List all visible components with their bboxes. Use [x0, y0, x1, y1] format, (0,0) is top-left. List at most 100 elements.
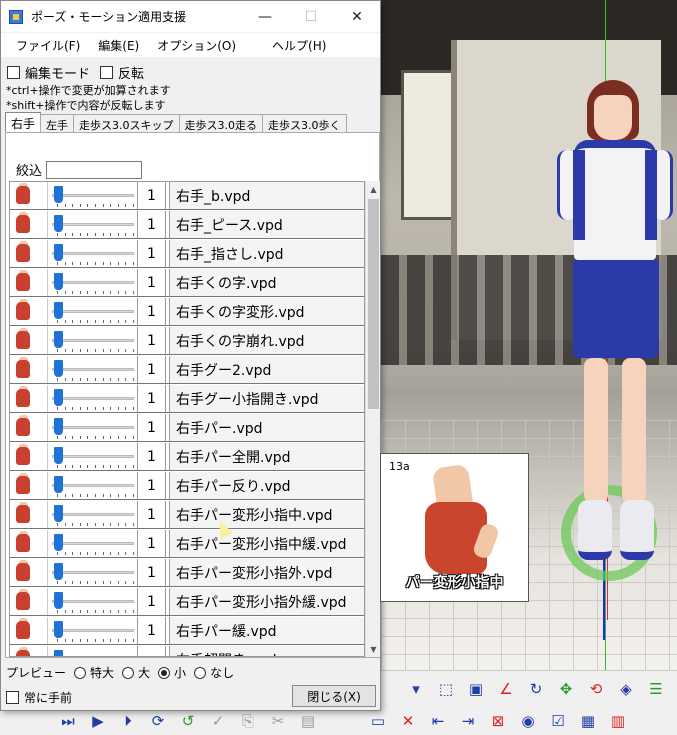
refresh-icon[interactable]: ↺ — [176, 709, 200, 733]
scroll-up-icon[interactable]: ▲ — [366, 181, 381, 197]
axis-zero-icon[interactable]: ∠ — [494, 677, 518, 701]
pose-file-name[interactable]: 右手パー緩.vpd — [170, 617, 364, 644]
list-item[interactable]: 1 右手くの字.vpd — [10, 269, 364, 297]
weight-slider[interactable] — [48, 588, 138, 615]
slider-knob[interactable] — [54, 447, 63, 464]
weight-slider[interactable] — [48, 443, 138, 470]
weight-slider[interactable] — [48, 240, 138, 267]
tab-left-hand[interactable]: 左手 — [40, 114, 75, 134]
frame-icon[interactable]: ▭ — [366, 709, 390, 733]
list-item[interactable]: 1 右手パー変形小指中緩.vpd — [10, 530, 364, 558]
weight-slider[interactable] — [48, 356, 138, 383]
tab-walk[interactable]: 走歩ス3.0歩く — [262, 114, 347, 134]
tab-skip[interactable]: 走歩ス3.0スキップ — [73, 114, 180, 134]
trash-icon[interactable]: ▥ — [606, 709, 630, 733]
frame-left-icon[interactable]: ⇤ — [426, 709, 450, 733]
pose-file-name[interactable]: 右手超開き.vpd — [170, 646, 364, 656]
pose-file-name[interactable]: 右手くの字.vpd — [170, 269, 364, 296]
pose-file-name[interactable]: 右手パー変形小指中.vpd — [170, 501, 364, 528]
list-item[interactable]: 1 右手くの字崩れ.vpd — [10, 327, 364, 355]
layers-icon[interactable]: ▦ — [576, 709, 600, 733]
list-item[interactable]: 1 右手パー反り.vpd — [10, 472, 364, 500]
check-icon[interactable]: ✓ — [206, 709, 230, 733]
pose-file-name[interactable]: 右手パー.vpd — [170, 414, 364, 441]
slider-knob[interactable] — [54, 505, 63, 522]
preview-option-xl[interactable]: 特大 — [74, 664, 114, 681]
weight-slider[interactable] — [48, 327, 138, 354]
invert-checkbox[interactable] — [100, 66, 114, 79]
paste-icon[interactable]: ▤ — [296, 709, 320, 733]
play-icon[interactable]: ▶ — [86, 709, 110, 733]
list-item[interactable]: 1 右手グー2.vpd — [10, 356, 364, 384]
list-item[interactable]: 1 右手_ピース.vpd — [10, 211, 364, 239]
preview-option-none[interactable]: なし — [194, 664, 234, 681]
list-item[interactable]: 1 右手パー.vpd — [10, 414, 364, 442]
weight-slider[interactable] — [48, 646, 138, 656]
slider-knob[interactable] — [54, 215, 63, 232]
rotate-icon[interactable]: ↻ — [524, 677, 548, 701]
list-icon[interactable]: ☰ — [644, 677, 668, 701]
slider-knob[interactable] — [54, 273, 63, 290]
play-to-end-icon[interactable]: ⏭ — [56, 709, 80, 733]
weight-slider[interactable] — [48, 414, 138, 441]
weight-slider[interactable] — [48, 530, 138, 557]
frame-right-icon[interactable]: ⇥ — [456, 709, 480, 733]
radio-icon[interactable] — [194, 666, 207, 679]
radio-icon[interactable] — [122, 666, 135, 679]
preview-option-large[interactable]: 大 — [122, 664, 150, 681]
scrollbar-thumb[interactable] — [368, 199, 379, 409]
filter-input[interactable] — [46, 160, 143, 179]
list-scrollbar[interactable]: ▲ ▼ — [365, 181, 380, 657]
slider-knob[interactable] — [54, 563, 63, 580]
pose-file-name[interactable]: 右手パー反り.vpd — [170, 472, 364, 499]
weight-slider[interactable] — [48, 501, 138, 528]
list-item[interactable]: 1 右手パー全開.vpd — [10, 443, 364, 471]
close-button[interactable]: 閉じる(X) — [292, 685, 376, 707]
pose-file-name[interactable]: 右手_指さし.vpd — [170, 240, 364, 267]
tab-right-hand[interactable]: 右手 — [5, 112, 42, 134]
pose-file-name[interactable]: 右手くの字崩れ.vpd — [170, 327, 364, 354]
pose-file-name[interactable]: 右手パー変形小指中緩.vpd — [170, 530, 364, 557]
list-item[interactable]: 1 右手パー変形小指外緩.vpd — [10, 588, 364, 616]
title-bar[interactable]: ポーズ・モーション適用支援 — ☐ ✕ — [1, 1, 380, 32]
loop-icon[interactable]: ⟳ — [146, 709, 170, 733]
pose-file-name[interactable]: 右手グー小指開き.vpd — [170, 385, 364, 412]
menu-help[interactable]: ヘルプ(H) — [265, 37, 333, 54]
pose-file-name[interactable]: 右手_b.vpd — [170, 182, 364, 209]
slider-knob[interactable] — [54, 360, 63, 377]
weight-slider[interactable] — [48, 472, 138, 499]
weight-slider[interactable] — [48, 559, 138, 586]
list-item[interactable]: 1 右手くの字変形.vpd — [10, 298, 364, 326]
slider-knob[interactable] — [54, 186, 63, 203]
clear-icon[interactable]: ⊠ — [486, 709, 510, 733]
register-icon[interactable]: ◉ — [516, 709, 540, 733]
copy-icon[interactable]: ⎘ — [236, 709, 260, 733]
radio-icon[interactable] — [74, 666, 87, 679]
pose-file-name[interactable]: 右手パー変形小指外.vpd — [170, 559, 364, 586]
slider-knob[interactable] — [54, 244, 63, 261]
close-window-button[interactable]: ✕ — [334, 1, 380, 32]
tab-run[interactable]: 走歩ス3.0走る — [178, 114, 264, 134]
weight-slider[interactable] — [48, 617, 138, 644]
reset-icon[interactable]: ⟲ — [584, 677, 608, 701]
delete-icon[interactable]: ✕ — [396, 709, 420, 733]
list-item[interactable]: 1 右手_b.vpd — [10, 182, 364, 210]
weight-slider[interactable] — [48, 298, 138, 325]
slider-knob[interactable] — [54, 418, 63, 435]
checklist-icon[interactable]: ☑ — [546, 709, 570, 733]
list-item[interactable]: 1 右手パー緩.vpd — [10, 617, 364, 645]
dropdown-icon[interactable]: ▾ — [404, 677, 428, 701]
list-item[interactable]: 1 右手_指さし.vpd — [10, 240, 364, 268]
minimize-button[interactable]: — — [242, 1, 288, 32]
slider-knob[interactable] — [54, 389, 63, 406]
pose-file-name[interactable]: 右手グー2.vpd — [170, 356, 364, 383]
pose-file-name[interactable]: 右手パー全開.vpd — [170, 443, 364, 470]
list-item[interactable]: 1 右手パー変形小指外.vpd — [10, 559, 364, 587]
menu-edit[interactable]: 編集(E) — [91, 37, 146, 54]
cut-icon[interactable]: ✂ — [266, 709, 290, 733]
slider-knob[interactable] — [54, 476, 63, 493]
list-item[interactable]: 1 右手パー変形小指中.vpd — [10, 501, 364, 529]
weight-slider[interactable] — [48, 385, 138, 412]
menu-options[interactable]: オプション(O) — [150, 37, 243, 54]
select-icon[interactable]: ⬚ — [434, 677, 458, 701]
